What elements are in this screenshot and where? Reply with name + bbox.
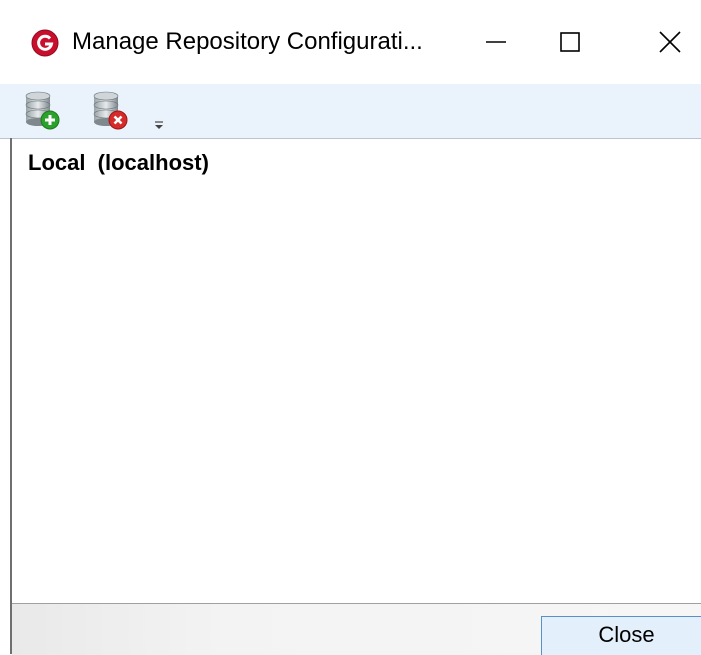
manage-repository-window: Manage Repository Configurati... Local (…: [0, 0, 701, 655]
app-logo-icon: [31, 29, 59, 57]
repository-item-local[interactable]: Local (localhost): [28, 148, 209, 178]
database-add-icon: [25, 91, 60, 130]
title-bar: Manage Repository Configurati...: [0, 0, 701, 84]
toolbar: [0, 84, 701, 139]
database-remove-icon: [93, 91, 128, 130]
maximize-icon: [560, 32, 580, 52]
minimize-button[interactable]: [466, 18, 526, 66]
repository-list[interactable]: Local (localhost): [12, 139, 701, 603]
toolbar-overflow-button[interactable]: [152, 118, 166, 132]
remove-repository-button[interactable]: [90, 88, 130, 132]
maximize-button[interactable]: [540, 18, 600, 66]
close-button[interactable]: Close: [541, 616, 701, 655]
footer-bar: Close: [12, 603, 701, 655]
window-close-button[interactable]: [640, 18, 700, 66]
close-icon: [659, 31, 681, 53]
add-repository-button[interactable]: [22, 88, 62, 132]
window-title: Manage Repository Configurati...: [72, 28, 423, 55]
minimize-icon: [486, 41, 506, 43]
chevron-down-icon: [155, 121, 163, 129]
